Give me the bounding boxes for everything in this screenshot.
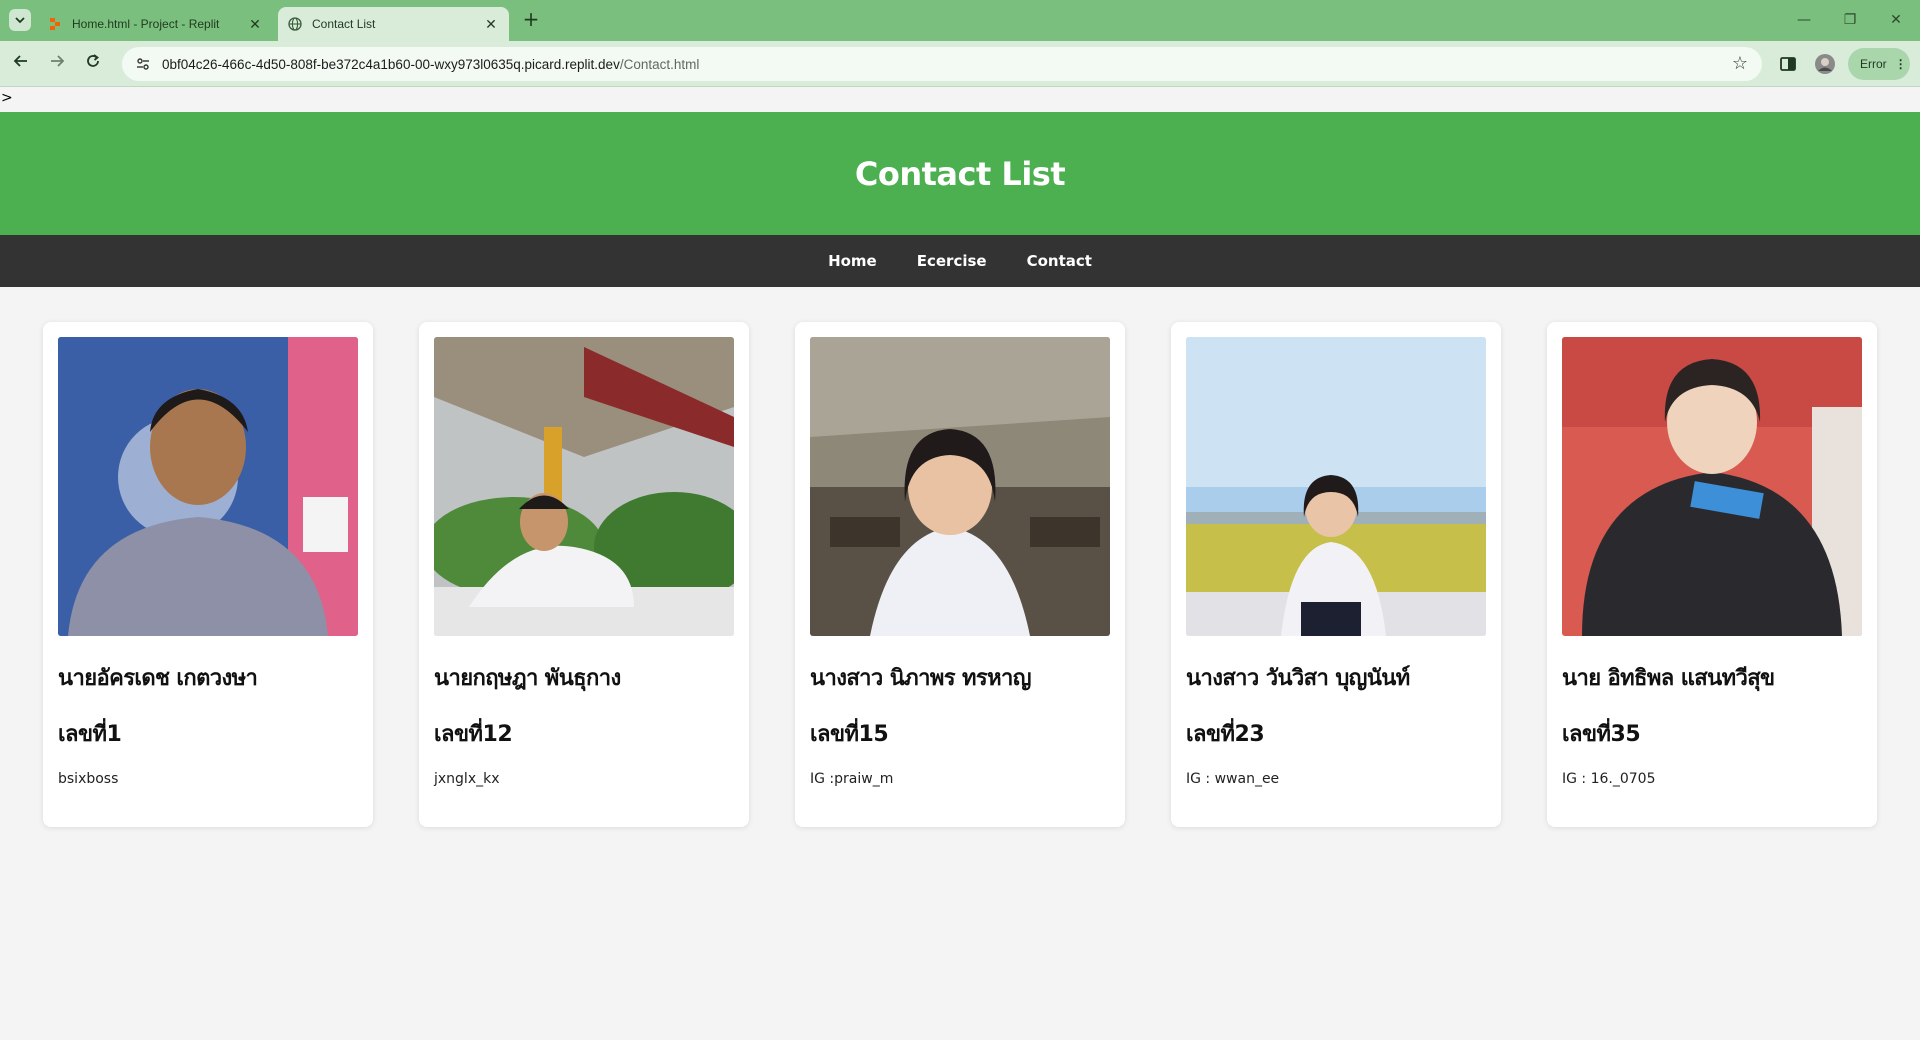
nav-link-exercise[interactable]: Ecercise (917, 252, 987, 270)
contact-number: เลขที่35 (1562, 722, 1641, 747)
nav-link-home[interactable]: Home (828, 252, 877, 270)
arrow-right-icon (51, 55, 65, 67)
contact-instagram: IG : 16._0705 (1562, 771, 1656, 787)
browser-tab-strip: Home.html - Project - Replit ✕ Contact L… (0, 0, 1920, 41)
contact-card: นางสาว วันวิสา บุญนันท์ เลขที่23 IG : ww… (1171, 322, 1501, 827)
person-photo-icon (1186, 337, 1486, 636)
person-photo-icon (434, 337, 734, 636)
new-tab-button[interactable]: + (520, 9, 542, 31)
globe-icon (288, 17, 302, 31)
person-photo-icon (1562, 337, 1862, 636)
nav-link-contact[interactable]: Contact (1027, 252, 1092, 270)
replit-icon (50, 18, 60, 30)
tab-contact-list[interactable]: Contact List ✕ (278, 7, 509, 41)
url-host: 0bf04c26-466c-4d50-808f-be372c4a1b60-00-… (162, 56, 620, 72)
contact-photo (1562, 337, 1862, 636)
site-nav: Home Ecercise Contact (0, 235, 1920, 287)
forward-button[interactable] (44, 51, 70, 77)
contact-instagram: bsixboss (58, 771, 119, 787)
site-info-icon[interactable] (134, 55, 152, 73)
contact-name: นาย อิทธิพล แสนทวีสุข (1562, 666, 1775, 691)
contact-instagram: jxnglx_kx (434, 771, 500, 787)
contact-number: เลขที่23 (1186, 722, 1265, 747)
close-icon[interactable]: ✕ (483, 16, 499, 32)
profile-status-label: Error (1860, 57, 1887, 71)
person-photo-icon (810, 337, 1110, 636)
url-path: /Contact.html (619, 56, 700, 72)
contact-name: นางสาว วันวิสา บุญนันท์ (1186, 666, 1410, 691)
tab-search-button[interactable] (9, 9, 31, 31)
minimize-button[interactable]: — (1781, 8, 1827, 32)
back-button[interactable] (8, 51, 34, 77)
window-close-button[interactable]: ✕ (1873, 8, 1919, 32)
profile-error-button[interactable]: Error ⋮ (1848, 48, 1910, 80)
web-page: > Contact List Home Ecercise Contact นาย… (0, 87, 1920, 1040)
side-panel-button[interactable] (1775, 51, 1801, 77)
contact-card: นาย อิทธิพล แสนทวีสุข เลขที่35 IG : 16._… (1547, 322, 1877, 827)
tab-title: Contact List (312, 17, 376, 31)
tab-home-replit[interactable]: Home.html - Project - Replit ✕ (38, 7, 273, 41)
avatar[interactable] (1812, 51, 1838, 77)
contact-card: นางสาว นิภาพร ทรหาญ เลขที่15 IG :praiw_m (795, 322, 1125, 827)
url-text: 0bf04c26-466c-4d50-808f-be372c4a1b60-00-… (162, 57, 699, 72)
contact-number: เลขที่1 (58, 722, 122, 747)
contact-photo (1186, 337, 1486, 636)
contact-instagram: IG : wwan_ee (1186, 771, 1280, 787)
contact-number: เลขที่12 (434, 722, 513, 747)
contact-card-list: นายอัครเดช เกตวงษา เลขที่1 bsixboss นายก… (43, 322, 1877, 837)
close-icon[interactable]: ✕ (247, 16, 263, 32)
more-vertical-icon: ⋮ (1894, 57, 1907, 71)
contact-photo (58, 337, 358, 636)
contact-number: เลขที่15 (810, 722, 889, 747)
page-title: Contact List (854, 154, 1066, 193)
reload-icon (87, 54, 99, 67)
contact-card: นายกฤษฎา พันธุกาง เลขที่12 jxnglx_kx (419, 322, 749, 827)
contact-name: นางสาว นิภาพร ทรหาญ (810, 666, 1032, 691)
profile-avatar-icon (1815, 54, 1835, 74)
contact-name: นายอัครเดช เกตวงษา (58, 666, 258, 691)
browser-toolbar: 0bf04c26-466c-4d50-808f-be372c4a1b60-00-… (0, 41, 1920, 87)
side-panel-icon (1780, 57, 1796, 71)
bookmark-star-icon[interactable]: ☆ (1732, 53, 1748, 74)
contact-name: นายกฤษฎา พันธุกาง (434, 666, 621, 691)
site-header: Contact List (0, 112, 1920, 235)
address-bar[interactable]: 0bf04c26-466c-4d50-808f-be372c4a1b60-00-… (122, 47, 1762, 81)
contact-instagram: IG :praiw_m (810, 771, 894, 787)
arrow-left-icon (13, 55, 27, 67)
contact-photo (434, 337, 734, 636)
stray-text: > (1, 90, 13, 106)
chevron-down-icon (15, 17, 25, 24)
person-photo-icon (58, 337, 358, 636)
restore-button[interactable]: ❐ (1827, 8, 1873, 32)
tab-title: Home.html - Project - Replit (72, 17, 220, 31)
contact-photo (810, 337, 1110, 636)
contact-card: นายอัครเดช เกตวงษา เลขที่1 bsixboss (43, 322, 373, 827)
reload-button[interactable] (80, 51, 106, 77)
